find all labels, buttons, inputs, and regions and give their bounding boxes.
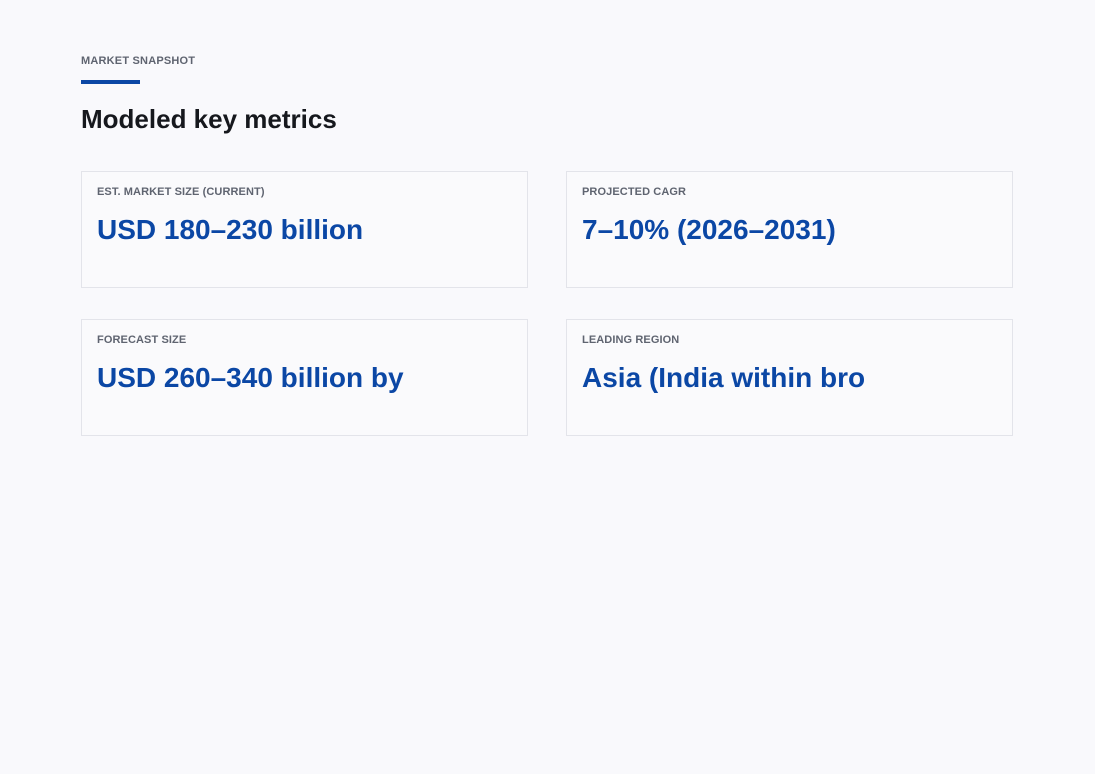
- metric-value: USD 180–230 billion: [97, 214, 364, 245]
- metric-value: Asia (India within bro: [582, 362, 866, 393]
- metric-card-leading-region: LEADING REGION Asia (India within bro: [566, 319, 1013, 436]
- metric-card-market-size: EST. MARKET SIZE (CURRENT) USD 180–230 b…: [81, 171, 528, 288]
- metric-card-cagr: PROJECTED CAGR 7–10% (2026–2031): [566, 171, 1013, 288]
- metric-card-forecast-size: FORECAST SIZE USD 260–340 billion by: [81, 319, 528, 436]
- metric-value: 7–10% (2026–2031): [582, 214, 836, 245]
- metric-label: PROJECTED CAGR: [582, 186, 687, 198]
- metric-label: FORECAST SIZE: [97, 334, 187, 346]
- eyebrow-accent-bar: [81, 80, 140, 84]
- metric-label: EST. MARKET SIZE (CURRENT): [97, 186, 265, 198]
- metric-value: USD 260–340 billion by: [97, 362, 404, 393]
- page-title: Modeled key metrics: [81, 104, 337, 134]
- section-eyebrow: MARKET SNAPSHOT: [81, 55, 196, 67]
- metric-label: LEADING REGION: [582, 334, 680, 346]
